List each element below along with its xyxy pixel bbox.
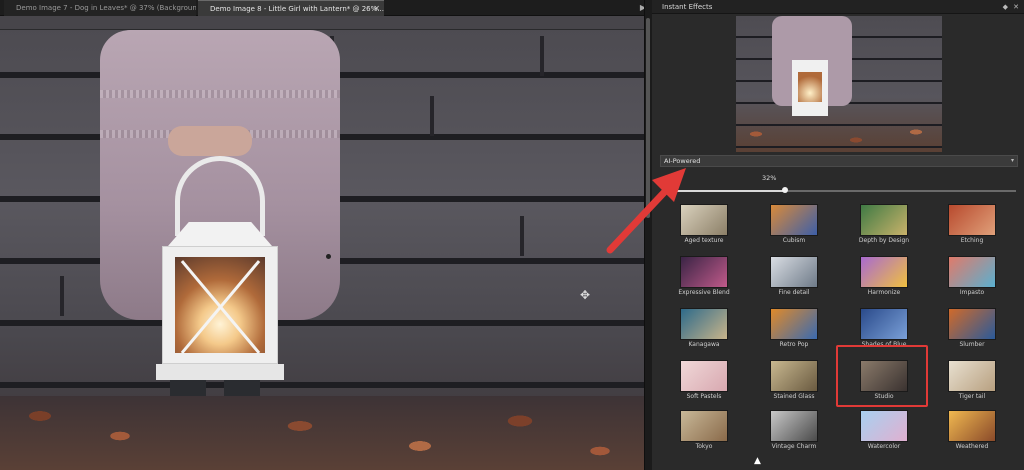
effect-label: Depth by Design (858, 237, 910, 244)
effect-preview-image (736, 16, 942, 152)
document-tabbar: Demo Image 7 - Dog in Leaves* @ 37% (Bac… (0, 0, 652, 16)
effect-label: Soft Pastels (686, 393, 722, 400)
photo-lantern (150, 156, 290, 386)
canvas-marker (326, 254, 331, 259)
strength-slider-thumb[interactable] (781, 187, 788, 193)
effect-tile-soft-pastels[interactable]: Soft Pastels (672, 356, 748, 406)
effect-thumbnail (948, 256, 996, 288)
effect-label: Expressive Blend (678, 289, 730, 296)
effect-tile-impasto[interactable]: Impasto (940, 252, 1016, 302)
lantern-glass (175, 257, 265, 353)
effect-tile-fine-detail[interactable]: Fine detail (762, 252, 838, 302)
effect-tile-stained-glass[interactable]: Stained Glass (762, 356, 838, 406)
effect-tile-tokyo[interactable]: Tokyo (672, 406, 748, 456)
effect-tile-harmonize[interactable]: Harmonize (852, 252, 928, 302)
effect-tile-cubism[interactable]: Cubism (762, 200, 838, 250)
panel-float-icon[interactable]: ◆ (1003, 0, 1008, 14)
effect-label: Retro Pop (779, 341, 809, 348)
effect-thumbnail (770, 204, 818, 236)
effect-label: Tokyo (695, 443, 713, 450)
effect-thumbnail (860, 256, 908, 288)
lantern-base (156, 364, 284, 380)
effect-thumbnail (948, 308, 996, 340)
effect-label: Vintage Charm (771, 443, 817, 450)
lantern-body (162, 246, 278, 364)
annotation-arrow-icon (606, 168, 686, 254)
photo-hands (168, 126, 252, 156)
app-window: Demo Image 7 - Dog in Leaves* @ 37% (Bac… (0, 0, 1024, 470)
effect-thumbnail (680, 410, 728, 442)
effect-thumbnail (948, 410, 996, 442)
effect-thumbnail (770, 308, 818, 340)
preview-leaves (736, 124, 942, 152)
effect-tile-watercolor[interactable]: Watercolor (852, 406, 928, 456)
effect-label: Tiger tail (958, 393, 986, 400)
effects-grid: Aged texture Cubism Depth by Design Etching… (672, 200, 1016, 470)
effect-thumbnail (860, 410, 908, 442)
effect-thumbnail (770, 410, 818, 442)
plank-seam (430, 96, 434, 136)
effect-label: Fine detail (778, 289, 810, 296)
canvas-top-strip (0, 16, 644, 30)
strength-value: 32% (762, 174, 777, 182)
tab-dog-in-leaves[interactable]: Demo Image 7 - Dog in Leaves* @ 37% (Bac… (4, 0, 196, 16)
effect-tile-depth-by-design[interactable]: Depth by Design (852, 200, 928, 250)
tab-little-girl-with-lantern[interactable]: Demo Image 8 - Little Girl with Lantern*… (198, 0, 384, 16)
effect-label: Harmonize (867, 289, 901, 296)
tab-close-icon[interactable]: ✕ (373, 1, 380, 16)
effect-tile-slumber[interactable]: Slumber (940, 304, 1016, 354)
panel-close-icon[interactable]: ✕ (1013, 0, 1019, 14)
crosshair-cursor-icon: ✥ (580, 288, 591, 302)
effect-thumbnail (948, 204, 996, 236)
panel-title: Instant Effects (662, 3, 713, 11)
effect-thumbnail (680, 256, 728, 288)
effect-label: Weathered (955, 443, 989, 450)
effect-label: Watercolor (867, 443, 901, 450)
image-canvas[interactable]: ✥ (0, 16, 644, 470)
effect-thumbnail (860, 204, 908, 236)
strength-slider[interactable] (676, 187, 1016, 193)
effect-tile-vintage-charm[interactable]: Vintage Charm (762, 406, 838, 456)
effect-label: Impasto (959, 289, 985, 296)
effect-tile-weathered[interactable]: Weathered (940, 406, 1016, 456)
plank-seam (60, 276, 64, 316)
effect-label: Etching (960, 237, 984, 244)
effect-label: Stained Glass (773, 393, 815, 400)
tab-title: Demo Image 8 - Little Girl with Lantern*… (210, 5, 384, 13)
effect-tile-retro-pop[interactable]: Retro Pop (762, 304, 838, 354)
photo-leaves (0, 396, 644, 470)
effect-thumbnail (860, 308, 908, 340)
annotation-highlight-box (836, 345, 928, 407)
panel-header: Instant Effects ◆ ✕ (652, 0, 1024, 14)
effect-label: Cubism (782, 237, 806, 244)
effect-thumbnail (680, 360, 728, 392)
plank-seam (520, 216, 524, 256)
sweater-rib (100, 90, 340, 98)
mouse-cursor-icon: ▲ (754, 456, 761, 466)
tab-title: Demo Image 7 - Dog in Leaves* @ 37% (Bac… (16, 4, 196, 12)
effect-label: Slumber (959, 341, 985, 348)
effect-tile-etching[interactable]: Etching (940, 200, 1016, 250)
effect-tile-kanagawa[interactable]: Kanagawa (672, 304, 748, 354)
effect-tile-tiger-tail[interactable]: Tiger tail (940, 356, 1016, 406)
effect-thumbnail (770, 256, 818, 288)
effect-thumbnail (770, 360, 818, 392)
effect-thumbnail (680, 308, 728, 340)
category-dropdown[interactable]: AI-Powered ▾ (660, 155, 1018, 167)
plank-seam (540, 36, 544, 76)
preview-lantern (792, 60, 828, 116)
effect-label: Kanagawa (688, 341, 720, 348)
chevron-down-icon: ▾ (1010, 157, 1014, 164)
effect-thumbnail (948, 360, 996, 392)
